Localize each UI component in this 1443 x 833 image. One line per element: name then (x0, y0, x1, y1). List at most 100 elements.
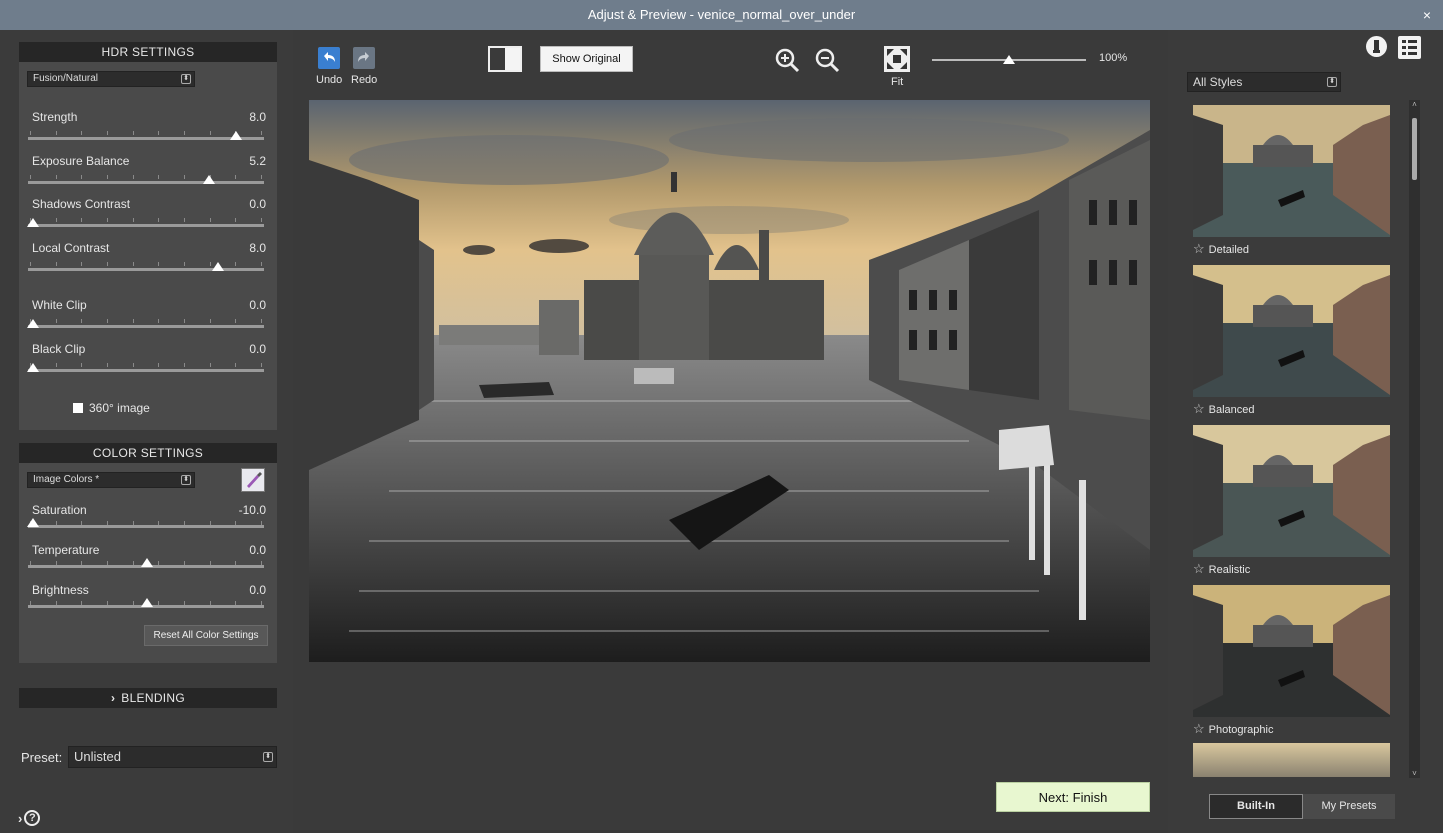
style-thumbnail[interactable] (1193, 425, 1390, 557)
hdr-slider-track[interactable] (28, 325, 264, 328)
checkbox-360-label: 360° image (89, 401, 150, 415)
hdr-slider-track[interactable] (28, 137, 264, 140)
scroll-up-icon[interactable]: ˄ (1409, 100, 1420, 109)
style-thumbnail[interactable] (1193, 105, 1390, 237)
thumbnail-partial[interactable] (1193, 743, 1390, 777)
hdr-slider-label: Shadows Contrast (32, 197, 131, 211)
zoom-slider-thumb[interactable] (1003, 55, 1015, 64)
hdr-slider-track[interactable] (28, 268, 264, 271)
fit-button[interactable] (884, 46, 910, 77)
star-icon[interactable]: ☆ (1193, 561, 1205, 576)
color-slider-track[interactable] (28, 525, 264, 528)
help-button[interactable]: › ? (18, 810, 41, 826)
zoom-out-button[interactable] (813, 46, 841, 79)
hdr-slider-track[interactable] (28, 224, 264, 227)
slider-ticks (30, 319, 262, 323)
slider-ticks (30, 175, 262, 179)
style-name: Realistic (1208, 564, 1251, 576)
hdr-slider-value: 0.0 (249, 342, 266, 356)
redo-icon (353, 47, 375, 69)
color-slider-value: 0.0 (249, 543, 266, 557)
venice-photo (309, 100, 1150, 662)
grid-view-button[interactable] (1398, 36, 1421, 59)
style-name: Photographic (1208, 724, 1274, 736)
tab-my-presets[interactable]: My Presets (1303, 794, 1395, 819)
undo-icon (318, 47, 340, 69)
style-filter-select[interactable]: All Styles ⬍ (1187, 72, 1341, 92)
color-slider-label: Brightness (32, 583, 89, 597)
style-item[interactable]: ☆ Detailed (1193, 241, 1249, 257)
checkbox-box[interactable] (73, 403, 83, 413)
hdr-slider-thumb[interactable] (230, 131, 243, 140)
fit-label[interactable]: Fit (891, 76, 903, 88)
style-name: Detailed (1208, 244, 1250, 256)
hdr-slider-thumb[interactable] (202, 175, 215, 184)
blending-label: BLENDING (121, 691, 186, 705)
fit-icon (884, 46, 910, 72)
next-finish-button[interactable]: Next: Finish (996, 782, 1150, 812)
hdr-slider-thumb[interactable] (27, 218, 39, 227)
color-mode-select[interactable]: Image Colors * ⬍ (27, 472, 195, 488)
color-mode-value: Image Colors * (33, 474, 100, 485)
blending-header[interactable]: › BLENDING (19, 688, 277, 708)
hdr-slider-thumb[interactable] (211, 262, 224, 271)
show-original-button[interactable]: Show Original (540, 46, 633, 72)
preset-select[interactable]: Unlisted ⬍ (68, 746, 277, 768)
slider-ticks (30, 363, 262, 367)
hdr-slider-thumb[interactable] (27, 363, 39, 372)
select-arrows-icon: ⬍ (263, 752, 273, 762)
scroll-down-icon[interactable]: ˅ (1409, 769, 1420, 778)
slider-ticks (30, 131, 262, 135)
redo-button[interactable] (353, 47, 375, 74)
redo-label[interactable]: Redo (351, 74, 377, 86)
close-icon[interactable]: × (1423, 0, 1431, 30)
hdr-method-select[interactable]: Fusion/Natural ⬍ (27, 71, 195, 87)
color-slider-label: Saturation (32, 503, 87, 517)
zoom-in-button[interactable] (773, 46, 801, 79)
hdr-slider-label: White Clip (32, 298, 87, 312)
preset-value: Unlisted (74, 749, 121, 764)
preset-label: Preset: (21, 750, 63, 765)
lightbulb-icon (1373, 40, 1380, 53)
star-icon[interactable]: ☆ (1193, 241, 1205, 256)
hdr-slider-thumb[interactable] (27, 319, 39, 328)
select-arrows-icon: ⬍ (181, 74, 191, 84)
hdr-slider-label: Black Clip (32, 342, 86, 356)
help-icon[interactable]: ? (24, 810, 41, 826)
undo-label[interactable]: Undo (316, 74, 342, 86)
style-thumbnail[interactable] (1193, 585, 1390, 717)
zoom-value: 100% (1099, 52, 1128, 64)
hdr-slider-value: 0.0 (249, 298, 266, 312)
preview-image[interactable] (309, 100, 1150, 662)
color-slider-thumb[interactable] (141, 558, 153, 567)
hdr-slider-value: 5.2 (249, 154, 266, 168)
info-button[interactable] (1366, 36, 1387, 57)
hdr-slider-value: 8.0 (249, 110, 266, 124)
style-item[interactable]: ☆ Photographic (1193, 721, 1273, 737)
split-view-icon[interactable] (488, 46, 522, 72)
scrollbar-thumb[interactable] (1412, 118, 1417, 180)
undo-button[interactable] (317, 47, 341, 74)
styles-scrollbar[interactable]: ˄ ˅ (1409, 100, 1420, 778)
hdr-slider-label: Exposure Balance (32, 154, 130, 168)
color-slider-thumb[interactable] (141, 598, 153, 607)
slider-ticks (30, 262, 262, 266)
hdr-method-value: Fusion/Natural (33, 73, 99, 84)
zoom-out-icon (815, 48, 840, 73)
select-arrows-icon: ⬍ (1327, 77, 1337, 87)
color-slider-value: -10.0 (238, 503, 266, 517)
style-item[interactable]: ☆ Balanced (1193, 401, 1255, 417)
tab-built-in[interactable]: Built-In (1209, 794, 1303, 819)
checkbox-360[interactable]: 360° image (73, 401, 150, 415)
hdr-slider-label: Strength (32, 110, 78, 124)
reset-color-button[interactable]: Reset All Color Settings (144, 625, 268, 646)
hdr-slider-track[interactable] (28, 369, 264, 372)
color-slider-thumb[interactable] (27, 518, 39, 527)
star-icon[interactable]: ☆ (1193, 401, 1205, 416)
style-item[interactable]: ☆ Realistic (1193, 561, 1250, 577)
star-icon[interactable]: ☆ (1193, 721, 1205, 736)
color-picker-button[interactable] (241, 468, 265, 492)
slider-ticks (30, 218, 262, 222)
hdr-slider-track[interactable] (28, 181, 264, 184)
style-thumbnail[interactable] (1193, 265, 1390, 397)
